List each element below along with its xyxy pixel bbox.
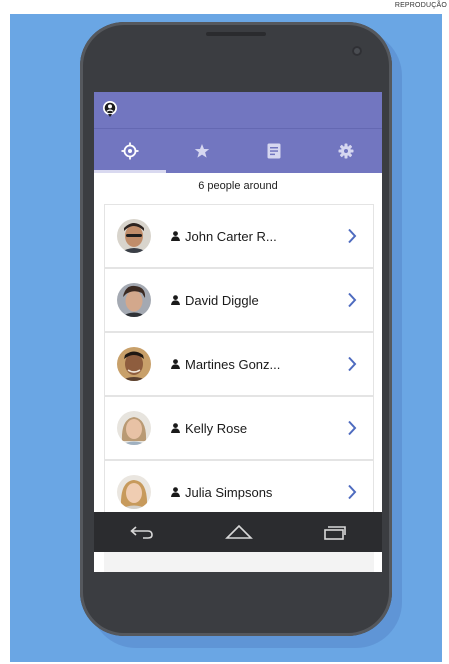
person-name: Kelly Rose bbox=[171, 421, 347, 436]
avatar bbox=[117, 283, 151, 317]
list-item[interactable]: John Carter R... bbox=[104, 204, 374, 268]
list-item[interactable]: Kelly Rose bbox=[104, 396, 374, 460]
person-name: John Carter R... bbox=[171, 229, 347, 244]
list-item[interactable]: Martines Gonz... bbox=[104, 332, 374, 396]
person-icon bbox=[171, 295, 180, 305]
locate-target-icon bbox=[121, 142, 139, 160]
people-count: 6 people around bbox=[198, 180, 278, 192]
person-name-text: Julia Simpsons bbox=[185, 484, 273, 500]
person-name: David Diggle bbox=[171, 293, 347, 308]
system-nav-bar bbox=[94, 512, 382, 552]
chevron-right-icon[interactable] bbox=[347, 228, 357, 244]
tab-bar bbox=[94, 128, 382, 173]
chevron-right-icon[interactable] bbox=[347, 356, 357, 372]
avatar bbox=[117, 347, 151, 381]
tab-notes[interactable] bbox=[238, 129, 310, 173]
avatar bbox=[117, 475, 151, 509]
chevron-right-icon[interactable] bbox=[347, 292, 357, 308]
phone-frame: 6 people around John Carter R... David D… bbox=[80, 22, 392, 636]
person-name: Martines Gonz... bbox=[171, 357, 347, 372]
tab-settings[interactable] bbox=[310, 129, 382, 173]
avatar bbox=[117, 411, 151, 445]
notes-icon bbox=[267, 143, 281, 159]
person-name-text: David Diggle bbox=[185, 292, 259, 308]
recents-icon[interactable] bbox=[323, 524, 347, 540]
gear-icon bbox=[338, 143, 354, 159]
person-name: Julia Simpsons bbox=[171, 485, 347, 500]
star-icon bbox=[194, 144, 210, 158]
person-icon bbox=[171, 231, 180, 241]
tab-favorites[interactable] bbox=[166, 129, 238, 173]
speaker-grille bbox=[206, 32, 266, 36]
person-name-text: Martines Gonz... bbox=[185, 356, 281, 372]
home-icon[interactable] bbox=[225, 524, 253, 540]
tab-nearby[interactable] bbox=[94, 129, 166, 173]
person-icon bbox=[171, 359, 180, 369]
photo-credit: REPRODUÇÃO bbox=[394, 2, 447, 9]
back-arrow-icon[interactable] bbox=[129, 524, 155, 540]
app-bar bbox=[94, 92, 382, 128]
person-name-text: Kelly Rose bbox=[185, 420, 248, 436]
chevron-right-icon[interactable] bbox=[347, 420, 357, 436]
location-pin-icon[interactable] bbox=[102, 101, 118, 117]
person-icon bbox=[171, 423, 180, 433]
app-screen: 6 people around John Carter R... David D… bbox=[94, 92, 382, 572]
list-item[interactable]: David Diggle bbox=[104, 268, 374, 332]
person-icon bbox=[171, 487, 180, 497]
person-name-text: John Carter R... bbox=[185, 228, 277, 244]
avatar bbox=[117, 219, 151, 253]
front-camera bbox=[352, 46, 362, 56]
chevron-right-icon[interactable] bbox=[347, 484, 357, 500]
